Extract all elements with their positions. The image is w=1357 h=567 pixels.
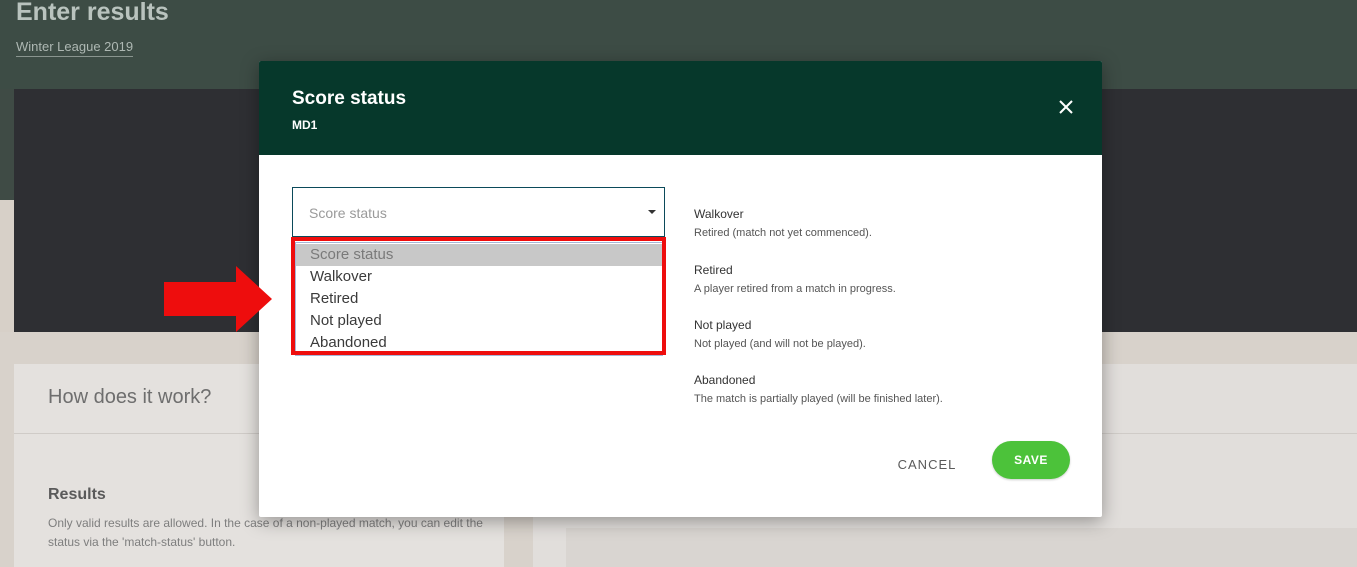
- description-text: Retired (match not yet commenced).: [694, 227, 872, 239]
- red-arrow-icon: [164, 266, 272, 332]
- chevron-down-icon: [648, 210, 656, 214]
- results-text: Only valid results are allowed. In the c…: [48, 516, 483, 549]
- option-walkover[interactable]: Walkover: [296, 266, 664, 288]
- description-abandoned: Abandoned The match is partially played …: [694, 373, 1074, 405]
- option-not-played[interactable]: Not played: [296, 310, 664, 332]
- description-title: Abandoned: [694, 373, 756, 387]
- results-heading: Results: [48, 486, 106, 503]
- how-it-works-title: How does it work?: [48, 386, 212, 408]
- description-retired: Retired A player retired from a match in…: [694, 263, 1074, 295]
- cancel-button[interactable]: CANCEL: [887, 453, 967, 477]
- results-card-inner: [566, 528, 1357, 567]
- description-title: Walkover: [694, 207, 744, 221]
- description-title: Retired: [694, 263, 733, 277]
- select-value: Score status: [309, 205, 387, 221]
- description-walkover: Walkover Retired (match not yet commence…: [694, 207, 1074, 239]
- description-text: The match is partially played (will be f…: [694, 393, 943, 405]
- modal-header: Score status MD1: [259, 61, 1102, 155]
- league-link[interactable]: Winter League 2019: [16, 39, 134, 57]
- page-title: Enter results: [16, 0, 169, 26]
- left-strip: [0, 200, 14, 340]
- option-score-status[interactable]: Score status: [296, 244, 664, 266]
- close-icon[interactable]: [1056, 97, 1076, 117]
- score-status-modal: Score status MD1 Score status Score stat…: [259, 61, 1102, 517]
- description-title: Not played: [694, 318, 752, 332]
- option-retired[interactable]: Retired: [296, 288, 664, 310]
- description-not-played: Not played Not played (and will not be p…: [694, 318, 1074, 350]
- modal-title: Score status: [292, 88, 407, 109]
- option-abandoned[interactable]: Abandoned: [296, 332, 664, 354]
- score-status-select[interactable]: Score status: [292, 187, 665, 237]
- modal-subtitle: MD1: [292, 118, 318, 132]
- description-text: Not played (and will not be played).: [694, 338, 866, 350]
- save-button[interactable]: SAVE: [992, 441, 1070, 479]
- description-text: A player retired from a match in progres…: [694, 283, 896, 295]
- score-status-dropdown: Score status Walkover Retired Not played…: [295, 242, 664, 356]
